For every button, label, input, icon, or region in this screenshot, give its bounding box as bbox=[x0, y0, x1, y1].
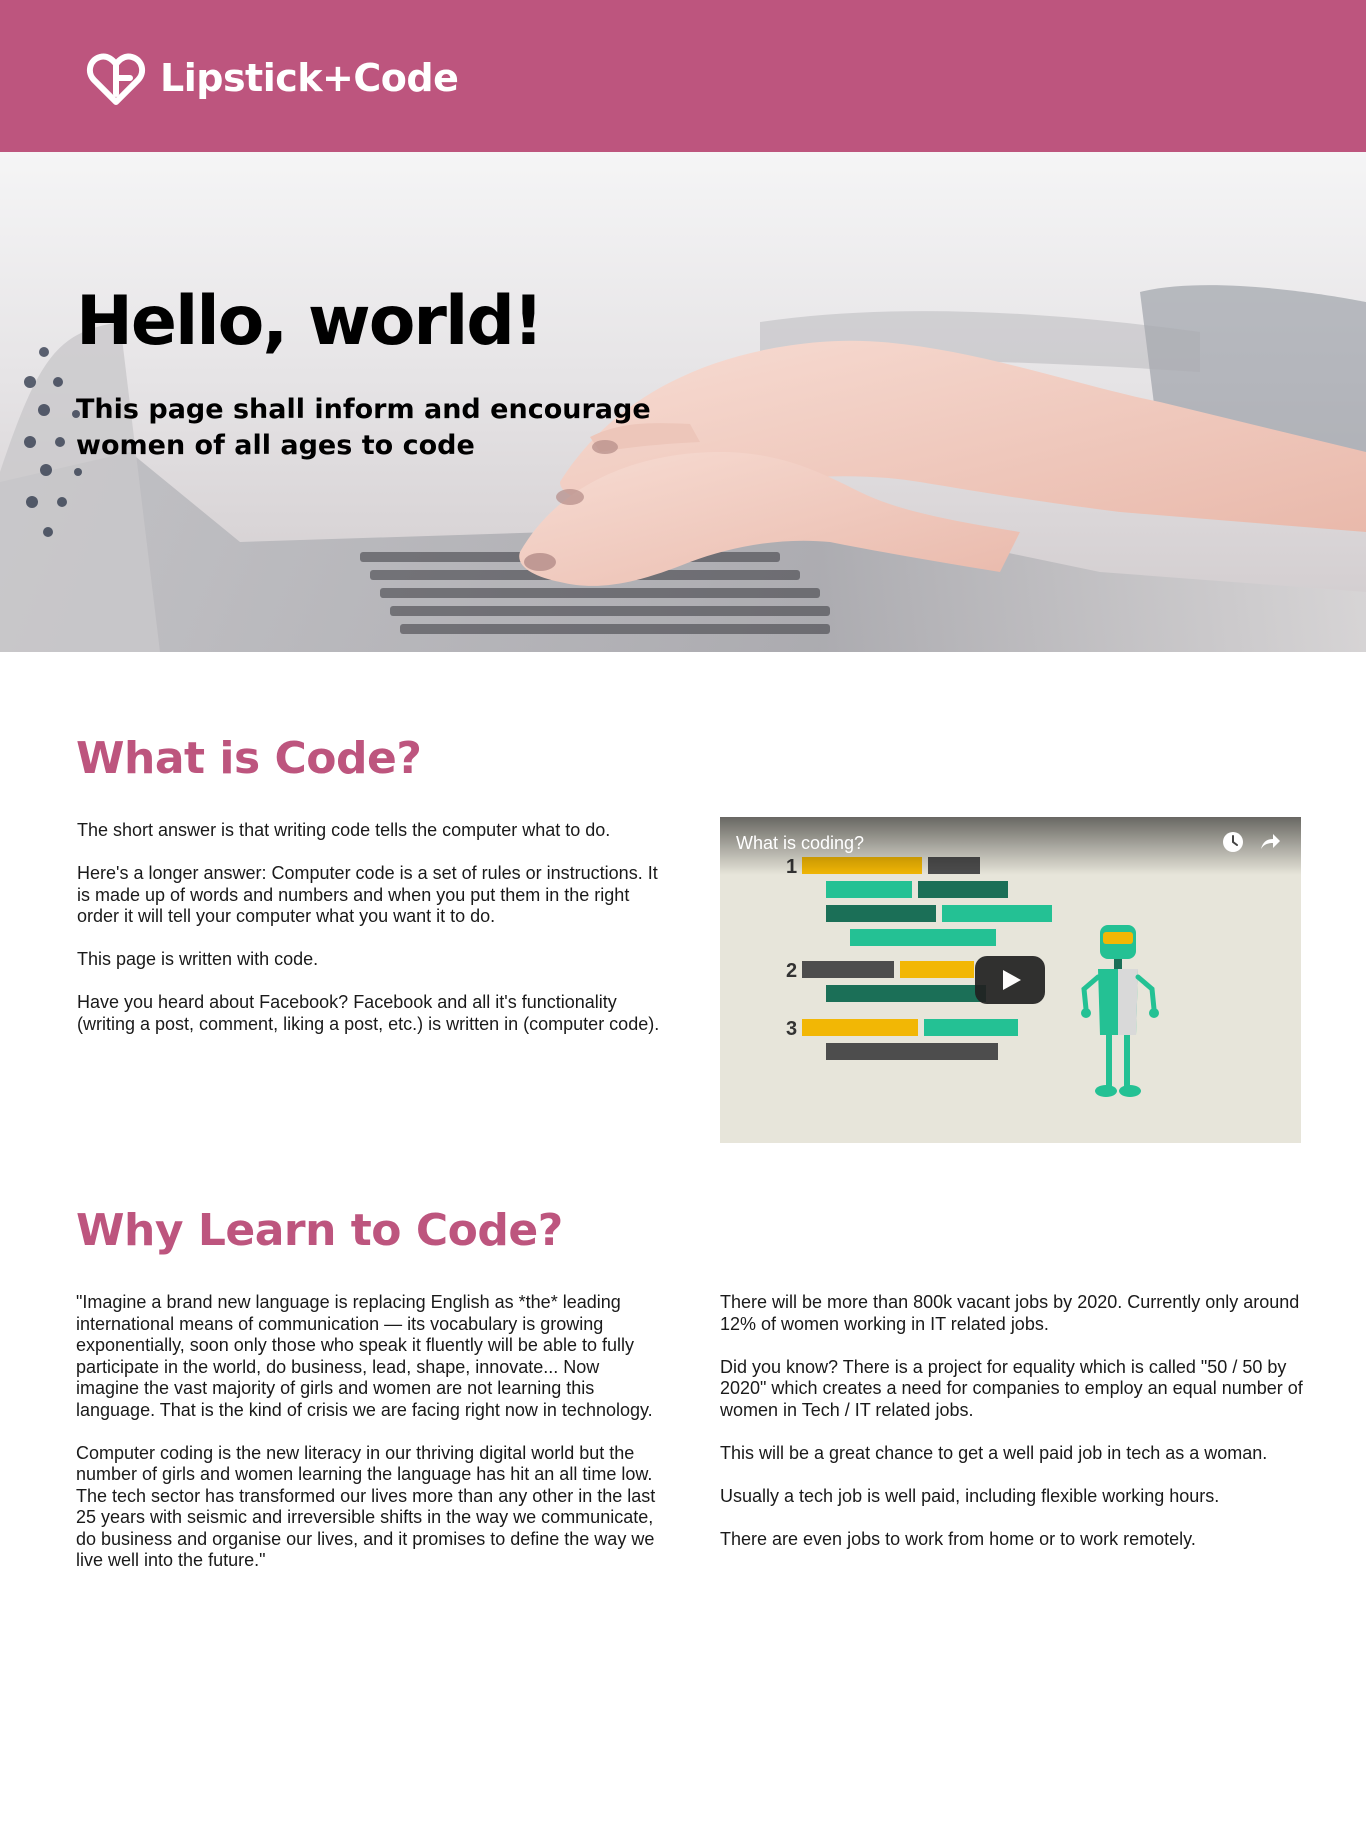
play-button[interactable] bbox=[975, 956, 1045, 1004]
clock-icon[interactable] bbox=[1220, 829, 1246, 855]
what-is-code-text: The short answer is that writing code te… bbox=[77, 820, 662, 1057]
what-is-code-heading: What is Code? bbox=[76, 733, 422, 784]
video-title[interactable]: What is coding? bbox=[736, 833, 864, 854]
site-header: Lipstick+Code bbox=[0, 0, 1366, 152]
why-learn-heading: Why Learn to Code? bbox=[76, 1205, 563, 1256]
paragraph: Usually a tech job is well paid, includi… bbox=[720, 1485, 1220, 1506]
video-label-2: 2 bbox=[786, 960, 797, 982]
paragraph: Did you know? There is a project for equ… bbox=[720, 1356, 1303, 1420]
paragraph: There are even jobs to work from home or… bbox=[720, 1528, 1196, 1549]
hero-subtitle: This page shall inform and encourage wom… bbox=[76, 394, 651, 461]
hero-banner: Hello, world! This page shall inform and… bbox=[0, 152, 1366, 652]
paragraph: There will be more than 800k vacant jobs… bbox=[720, 1292, 1300, 1334]
brand-name: Lipstick+Code bbox=[160, 56, 459, 100]
paragraph: This page is written with code. bbox=[77, 949, 319, 969]
paragraph: Have you heard about Facebook? Facebook … bbox=[77, 992, 660, 1034]
share-arrow-icon[interactable] bbox=[1257, 829, 1283, 855]
play-icon bbox=[1003, 970, 1021, 990]
paragraph: Here's a longer answer: Computer code is… bbox=[77, 863, 658, 926]
quote-paragraph: Computer coding is the new literacy in o… bbox=[76, 1442, 656, 1571]
video-label-3: 3 bbox=[786, 1018, 797, 1040]
quote-paragraph: "Imagine a brand new language is replaci… bbox=[76, 1292, 653, 1420]
paragraph: The short answer is that writing code te… bbox=[77, 820, 611, 840]
video-player[interactable]: 1 2 3 bbox=[720, 817, 1301, 1143]
why-left-text: "Imagine a brand new language is replaci… bbox=[76, 1292, 662, 1593]
why-right-text: There will be more than 800k vacant jobs… bbox=[720, 1292, 1310, 1572]
heart-b-logo-icon bbox=[86, 53, 146, 105]
hero-title: Hello, world! bbox=[76, 282, 544, 361]
paragraph: This will be a great chance to get a wel… bbox=[720, 1442, 1268, 1463]
brand-link[interactable]: Lipstick+Code bbox=[86, 48, 459, 108]
